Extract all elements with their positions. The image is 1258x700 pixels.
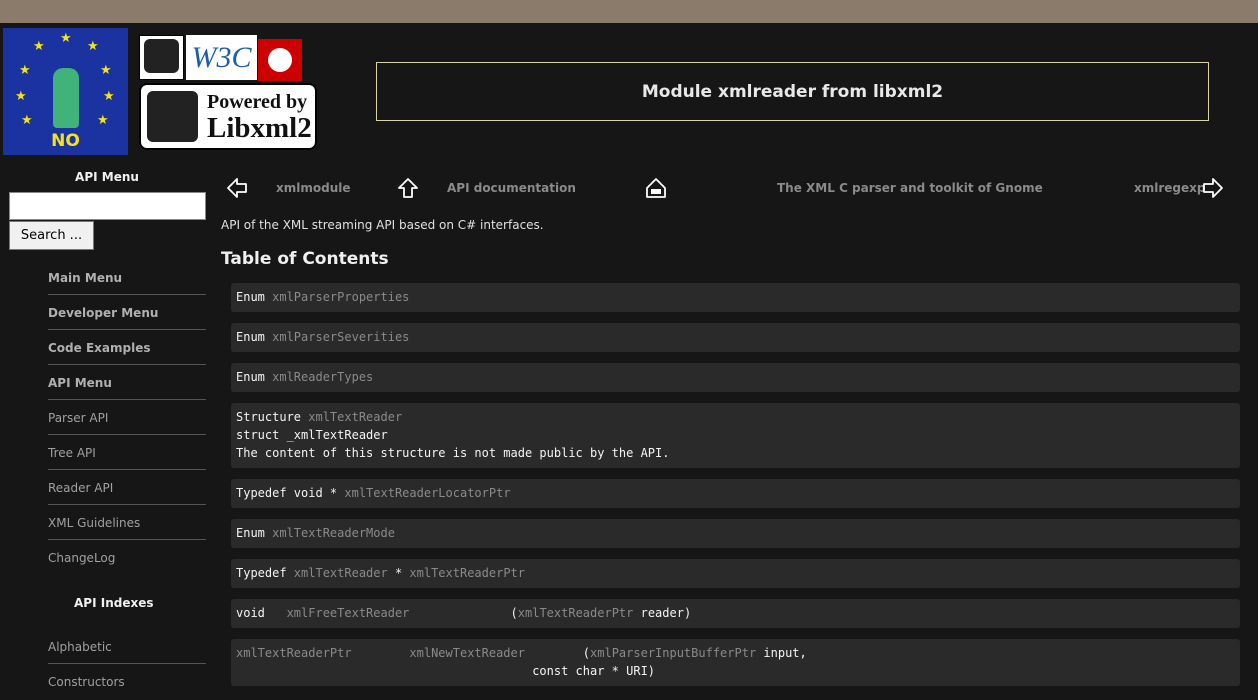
function-link[interactable]: xmlFreeTextReader [287,606,410,620]
star-icon: ★ [21,113,33,128]
star-icon: ★ [97,113,109,128]
type-link[interactable]: xmlTextReader [308,410,402,424]
top-bar [0,0,1258,23]
page-title: Module xmlreader from libxml2 [376,62,1209,121]
toc-entry: Structure xmlTextReader struct _xmlTextR… [231,403,1240,468]
home-link[interactable]: The XML C parser and toolkit of Gnome [777,181,1043,195]
toc-entry: Enum xmlTextReaderMode [231,519,1240,548]
sidebar-item-parser-api[interactable]: Parser API [48,401,206,435]
star-icon: ★ [33,39,45,54]
toc-entry: Typedef void * xmlTextReaderLocatorPtr [231,479,1240,508]
next-link[interactable]: xmlregexp [1134,181,1205,195]
search-button[interactable]: Search ... [9,221,94,250]
sidebar-item-xml-guidelines[interactable]: XML Guidelines [48,506,206,540]
index-item-alphabetic[interactable]: Alphabetic [48,630,206,664]
sidebar-item-reader-api[interactable]: Reader API [48,471,206,505]
toc-entry: Enum xmlParserProperties [231,283,1240,312]
gnome-logo[interactable] [139,35,184,80]
toc-title: Table of Contents [221,249,389,269]
sidebar-item-api-menu[interactable]: API Menu [48,366,206,400]
statue-of-liberty-icon [53,68,79,128]
type-link[interactable]: xmlParserSeverities [272,330,409,344]
sidebar-title: API Menu [75,170,139,184]
gnome-foot-icon [144,39,179,73]
star-icon: ★ [103,89,115,104]
redhat-icon [268,48,292,72]
up-arrow-icon[interactable] [397,177,419,199]
right-arrow-icon[interactable] [1202,177,1224,199]
type-link[interactable]: xmlTextReaderMode [272,526,395,540]
function-link[interactable]: xmlNewTextReader [409,646,525,660]
w3c-logo[interactable]: W3C [186,35,257,80]
redhat-logo[interactable] [258,39,302,81]
type-link[interactable]: xmlReaderTypes [272,370,373,384]
home-icon[interactable] [645,177,667,199]
sidebar-item-developer-menu[interactable]: Developer Menu [48,296,206,330]
toc-entry: Enum xmlReaderTypes [231,363,1240,392]
sidebar-item-changelog[interactable]: ChangeLog [48,541,206,575]
type-link[interactable]: xmlTextReader [294,566,388,580]
type-link[interactable]: xmlTextReaderPtr [236,646,352,660]
powered-by-text: Powered by [207,91,308,113]
star-icon: ★ [15,89,27,104]
up-link[interactable]: API documentation [447,181,576,195]
no-epatents-caption: NO ePATENTS [3,128,128,155]
star-icon: ★ [87,39,99,54]
powered-by-libxml2-logo[interactable]: Powered by Libxml2 [139,83,317,150]
sidebar-item-main-menu[interactable]: Main Menu [48,261,206,295]
sidebar-item-code-examples[interactable]: Code Examples [48,331,206,365]
search-input[interactable] [9,192,206,220]
type-link[interactable]: xmlTextReaderPtr [518,606,634,620]
left-arrow-icon[interactable] [226,177,248,199]
star-icon: ★ [60,31,72,46]
type-link[interactable]: xmlParserProperties [272,290,409,304]
type-link[interactable]: xmlTextReaderPtr [409,566,525,580]
star-icon: ★ [100,63,112,78]
gnome-foot-icon [147,91,198,142]
no-epatents-logo[interactable]: ★ ★ ★ ★ ★ ★ ★ ★ ★ NO ePATENTS [3,28,128,155]
toc-entry: xmlTextReaderPtr xmlNewTextReader (xmlPa… [231,639,1240,686]
index-item-constructors[interactable]: Constructors [48,665,206,699]
module-description: API of the XML streaming API based on C#… [221,218,544,232]
sidebar-menu: Main Menu Developer Menu Code Examples A… [48,261,206,576]
type-link[interactable]: xmlTextReaderLocatorPtr [344,486,510,500]
prev-link[interactable]: xmlmodule [276,181,351,195]
toc-entry: void xmlFreeTextReader (xmlTextReaderPtr… [231,599,1240,628]
star-icon: ★ [19,63,31,78]
toc-entry: Enum xmlParserSeverities [231,323,1240,352]
libxml2-text: Libxml2 [207,112,312,144]
type-link[interactable]: xmlParserInputBufferPtr [590,646,756,660]
api-indexes-title: API Indexes [74,596,154,610]
toc-entry: Typedef xmlTextReader * xmlTextReaderPtr [231,559,1240,588]
index-menu: Alphabetic Constructors [48,630,206,700]
sidebar-item-tree-api[interactable]: Tree API [48,436,206,470]
